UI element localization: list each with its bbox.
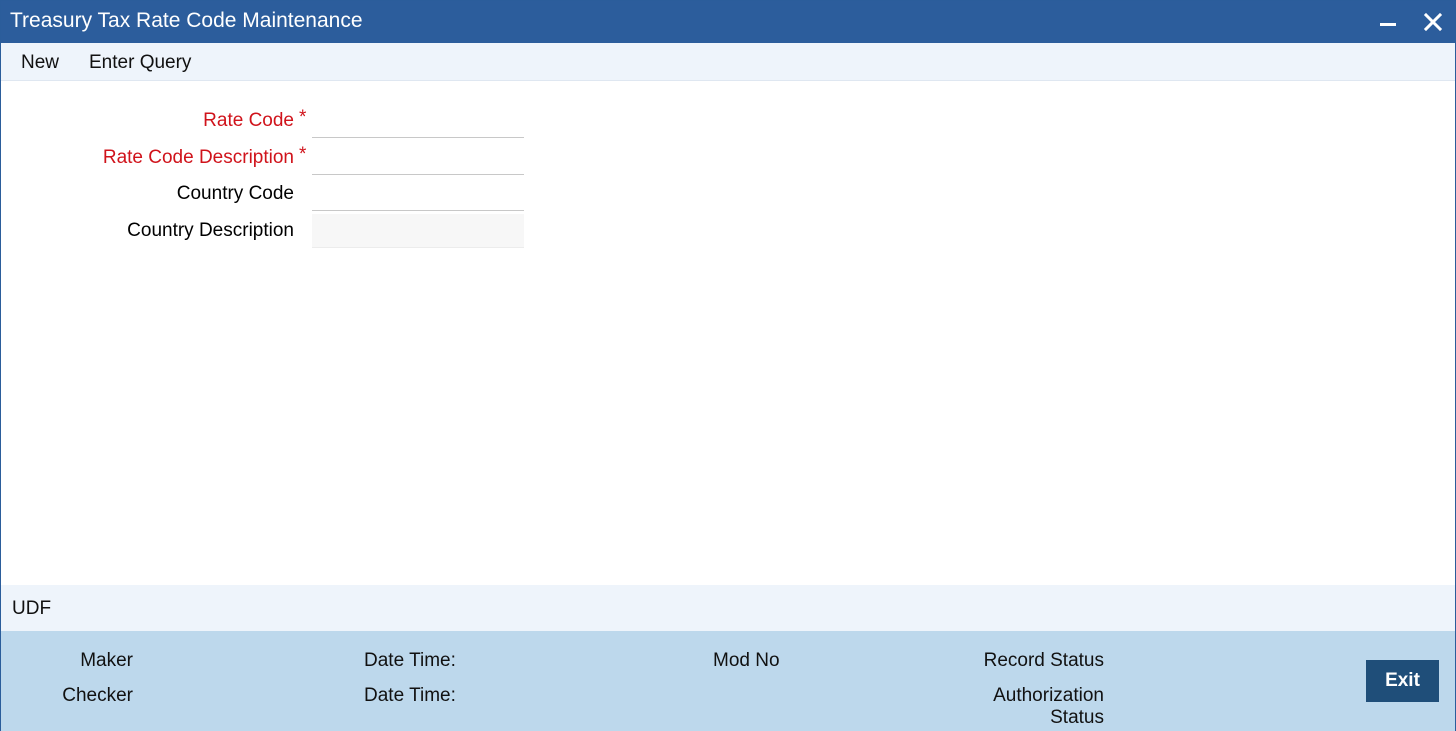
rate-code-input[interactable] (312, 104, 524, 138)
country-code-row: Country Code (1, 175, 601, 212)
rate-code-description-label: Rate Code Description (102, 147, 294, 168)
required-marker: * (299, 144, 307, 165)
checker-date-time-label: Date Time: (364, 685, 456, 706)
new-button[interactable]: New (21, 52, 59, 74)
close-icon (1424, 13, 1442, 31)
app-window: Treasury Tax Rate Code Maintenance New E… (0, 0, 1456, 731)
checker-label: Checker (62, 685, 133, 706)
enter-query-button[interactable]: Enter Query (89, 52, 191, 74)
minimize-button[interactable] (1376, 9, 1400, 35)
rate-code-description-input[interactable] (312, 141, 524, 175)
title-bar: Treasury Tax Rate Code Maintenance (1, 1, 1455, 43)
rate-code-label: Rate Code (203, 110, 294, 131)
country-code-label: Country Code (176, 183, 294, 204)
rate-code-row: Rate Code * (1, 102, 601, 139)
record-status-label: Record Status (983, 650, 1104, 671)
udf-button[interactable]: UDF (12, 598, 51, 620)
country-code-input[interactable] (312, 177, 524, 211)
rate-code-description-row: Rate Code Description * (1, 139, 601, 176)
toolbar: New Enter Query (1, 43, 1455, 81)
country-description-label: Country Description (127, 220, 294, 241)
country-description-field (312, 214, 524, 248)
authorization-status-label: Authorization Status (993, 685, 1104, 728)
maker-date-time-label: Date Time: (364, 650, 456, 671)
minimize-icon (1380, 23, 1396, 26)
window-title: Treasury Tax Rate Code Maintenance (10, 9, 363, 32)
country-description-row: Country Description (1, 212, 601, 249)
audit-footer: Maker Checker Date Time: Date Time: Mod … (1, 631, 1455, 731)
udf-bar: UDF (1, 585, 1455, 631)
close-button[interactable] (1421, 9, 1445, 35)
mod-no-label: Mod No (713, 650, 780, 671)
required-marker: * (299, 107, 307, 128)
maker-label: Maker (80, 650, 133, 671)
exit-button[interactable]: Exit (1366, 660, 1439, 702)
